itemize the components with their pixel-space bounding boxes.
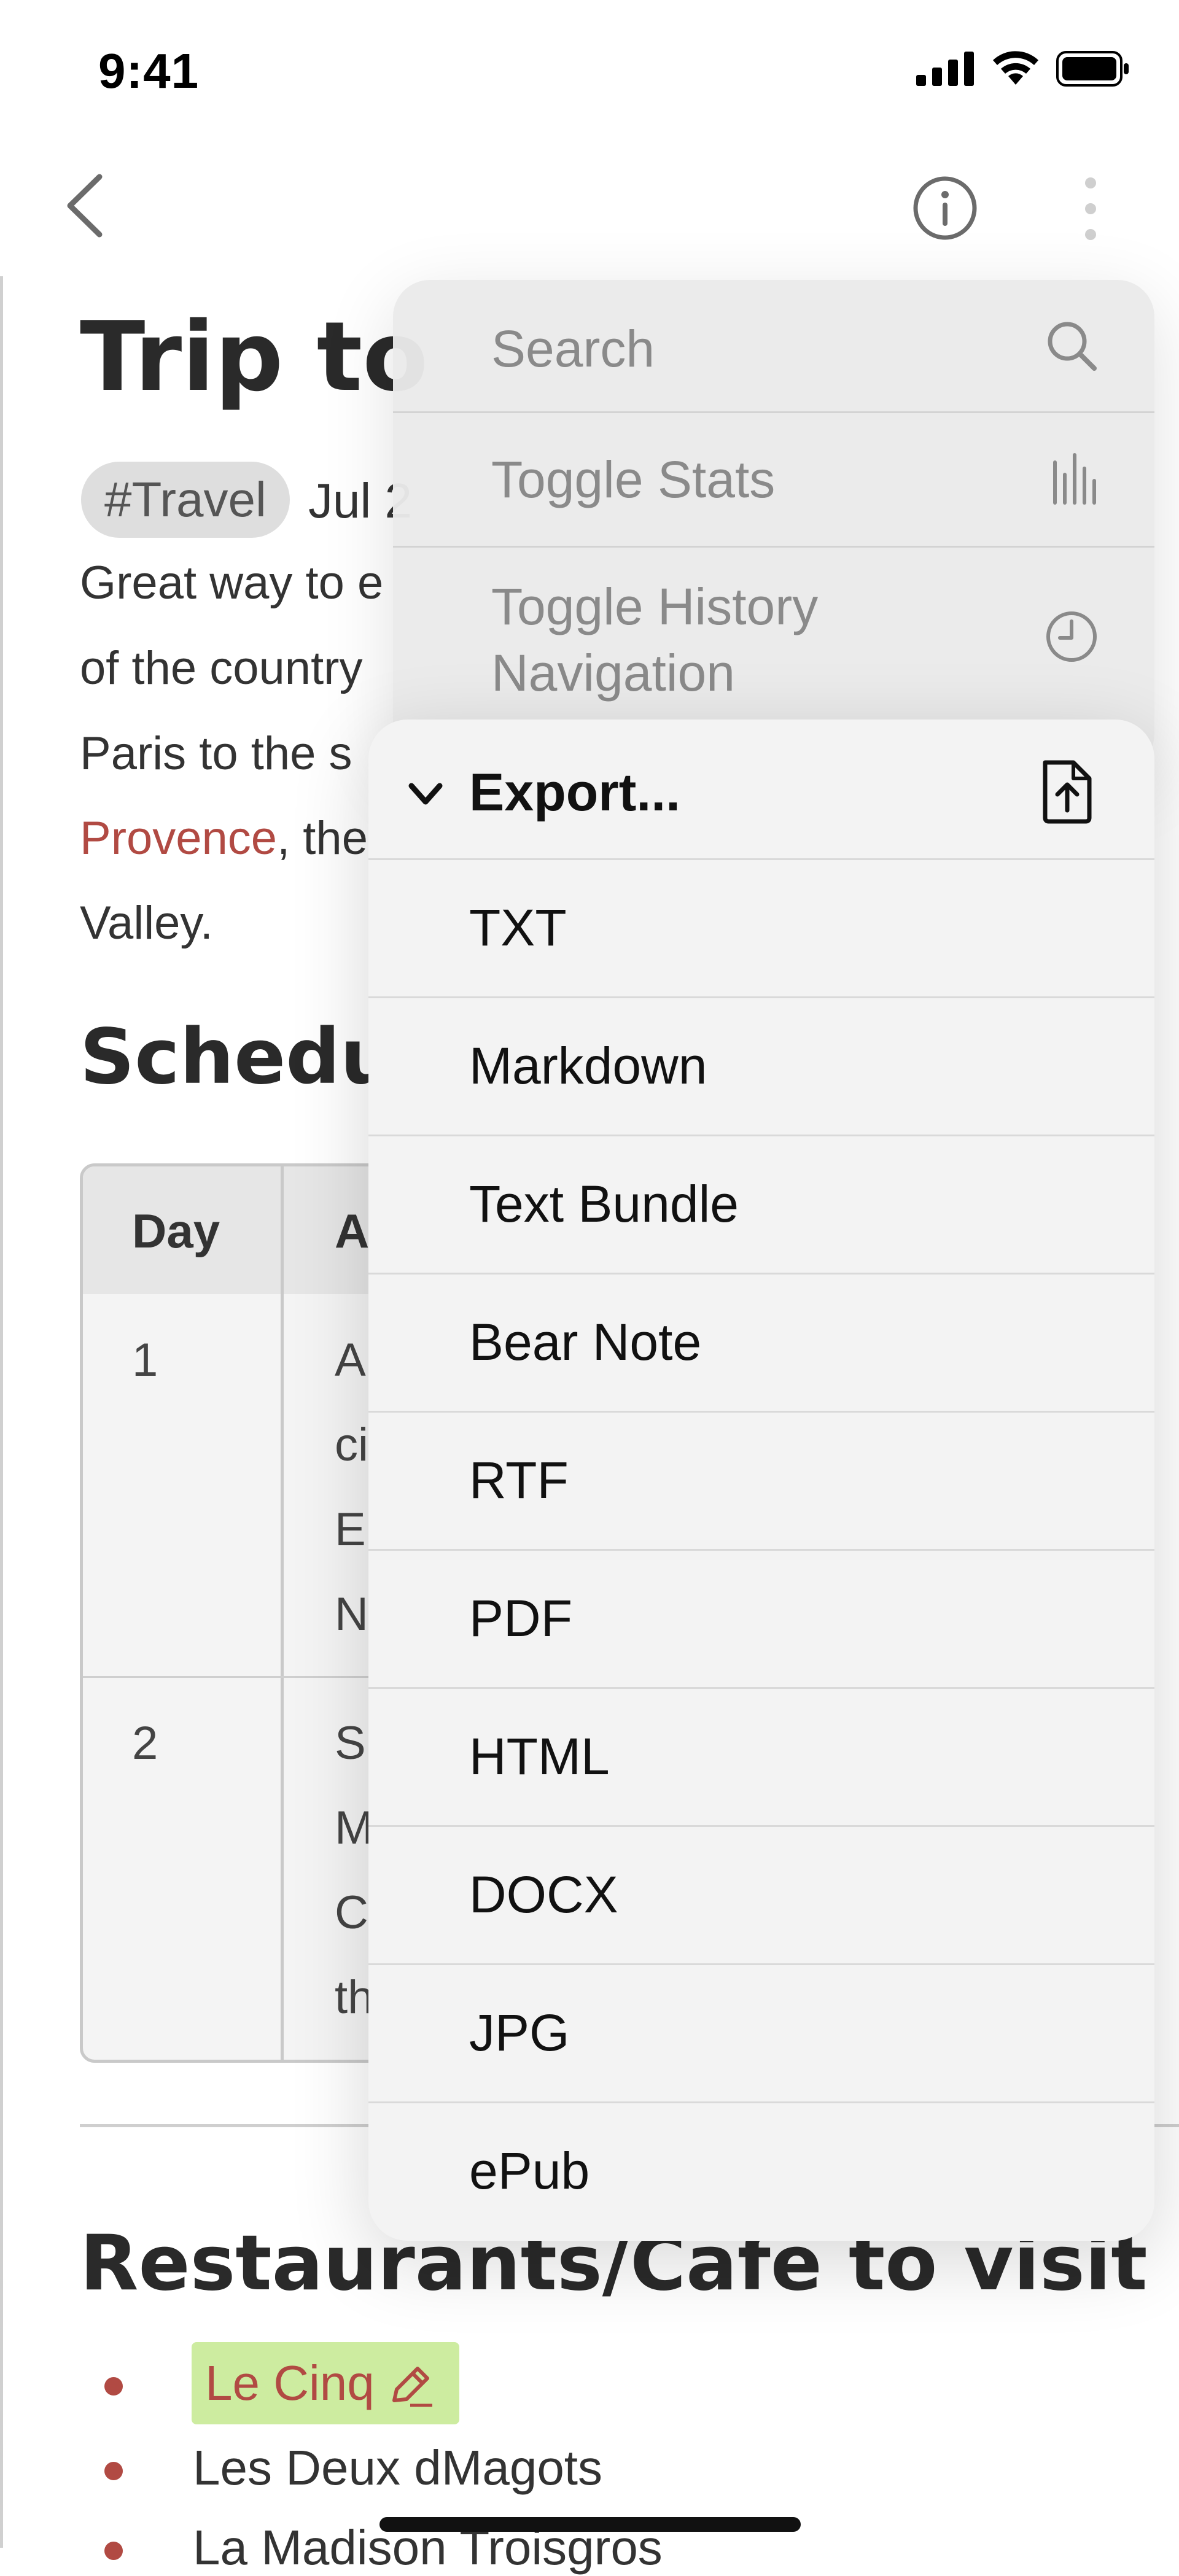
info-icon — [913, 176, 977, 240]
table-cell-text: ci — [335, 1419, 368, 1471]
cellular-signal-icon — [916, 52, 974, 86]
table-cell-text: M — [335, 1802, 374, 1854]
info-button[interactable] — [911, 174, 979, 242]
status-time: 9:41 — [98, 44, 200, 98]
stats-icon — [1050, 450, 1099, 505]
history-icon — [1044, 609, 1099, 664]
table-cell-text: S — [335, 1717, 366, 1769]
export-format-label: Text Bundle — [469, 1175, 739, 1233]
list-bullet — [104, 2462, 123, 2480]
export-format-label: Markdown — [469, 1037, 707, 1095]
home-indicator[interactable] — [379, 2517, 801, 2532]
table-cell-text: C — [335, 1887, 368, 1939]
list-bullet — [104, 2377, 123, 2396]
edit-pencil-icon[interactable] — [386, 2362, 435, 2411]
export-format-label: ePub — [469, 2142, 590, 2200]
export-format-label: HTML — [469, 1728, 610, 1785]
more-vertical-icon — [1085, 177, 1096, 240]
menu-item-label: Toggle History — [491, 578, 819, 635]
export-header[interactable]: Export... — [368, 720, 1154, 858]
list-item[interactable]: Les Deux dMagots — [193, 2440, 602, 2496]
editor-left-rule — [0, 276, 3, 2548]
table-cell-text: N — [335, 1588, 368, 1640]
menu-item-label: Search — [491, 320, 655, 378]
search-icon — [1044, 318, 1099, 373]
export-jpg[interactable]: JPG — [368, 1965, 1154, 2101]
export-format-label: DOCX — [469, 1866, 618, 1923]
list-item[interactable]: Le Cinq — [205, 2355, 375, 2411]
export-format-label: Bear Note — [469, 1313, 702, 1371]
battery-icon — [1056, 51, 1129, 87]
wifi-icon — [993, 51, 1038, 85]
export-format-label: PDF — [469, 1589, 572, 1647]
menu-item-search[interactable]: Search — [393, 280, 1154, 411]
provence-link[interactable]: Provence — [80, 812, 277, 864]
paragraph-line: Paris to the s — [80, 727, 352, 780]
table-column-divider — [281, 1166, 284, 2060]
paragraph-text: , the — [277, 812, 368, 864]
export-bear-note[interactable]: Bear Note — [368, 1274, 1154, 1411]
table-cell-text: A — [335, 1334, 366, 1386]
menu-item-label: Toggle Stats — [491, 451, 776, 508]
export-rtf[interactable]: RTF — [368, 1413, 1154, 1549]
context-menu: Search Toggle Stats Toggle History Navig… — [393, 280, 1154, 771]
menu-item-toggle-history[interactable]: Toggle History Navigation — [393, 548, 1154, 732]
export-html[interactable]: HTML — [368, 1689, 1154, 1825]
export-title: Export... — [469, 763, 681, 822]
menu-item-label: Navigation — [491, 644, 735, 702]
table-cell-day: 2 — [132, 1717, 158, 1769]
export-submenu: Export... TXT Markdown Text Bundle Bear … — [368, 720, 1154, 2241]
export-text-bundle[interactable]: Text Bundle — [368, 1136, 1154, 1273]
export-docx[interactable]: DOCX — [368, 1827, 1154, 1963]
status-icons — [916, 50, 1130, 87]
export-document-icon — [1038, 758, 1097, 825]
table-cell-text: th — [335, 1971, 374, 2023]
tag-chip[interactable]: #Travel — [81, 462, 290, 538]
more-options-button[interactable] — [1072, 172, 1109, 246]
chevron-down-icon — [407, 775, 445, 813]
paragraph-line: Provence, the — [80, 812, 368, 865]
chevron-left-icon — [67, 174, 103, 238]
paragraph-line: Great way to e — [80, 557, 384, 609]
menu-item-toggle-stats[interactable]: Toggle Stats — [393, 413, 1154, 546]
export-format-label: RTF — [469, 1451, 569, 1509]
note-title[interactable]: Trip to — [80, 301, 428, 413]
table-header-activity: A — [335, 1204, 370, 1258]
back-button[interactable] — [61, 172, 111, 239]
export-epub[interactable]: ePub — [368, 2103, 1154, 2241]
paragraph-line: Valley. — [80, 897, 213, 949]
table-header-day: Day — [132, 1204, 220, 1258]
table-cell-text: E — [335, 1503, 366, 1556]
export-markdown[interactable]: Markdown — [368, 998, 1154, 1135]
paragraph-line: of the country — [80, 642, 363, 694]
export-format-label: TXT — [469, 899, 567, 956]
list-bullet — [104, 2542, 123, 2560]
export-txt[interactable]: TXT — [368, 860, 1154, 996]
export-format-label: JPG — [469, 2004, 570, 2062]
export-pdf[interactable]: PDF — [368, 1551, 1154, 1687]
table-cell-day: 1 — [132, 1334, 158, 1386]
